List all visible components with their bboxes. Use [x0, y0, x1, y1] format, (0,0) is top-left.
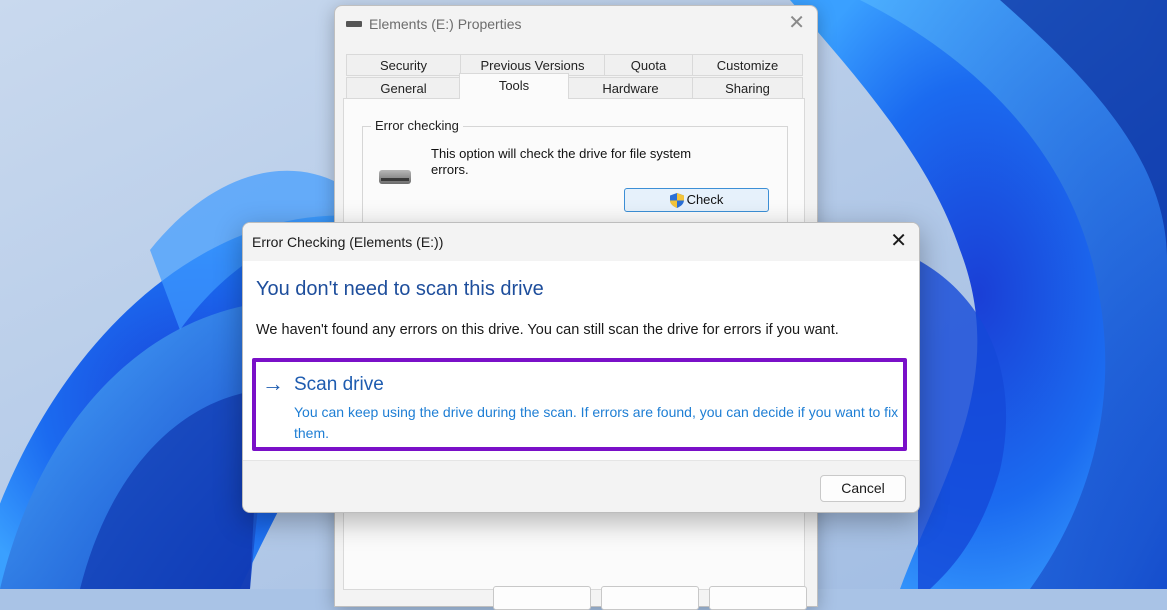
dialog-titlebar: Error Checking (Elements (E:)) ✕	[243, 223, 919, 261]
scan-drive-title: Scan drive	[294, 374, 384, 395]
close-icon[interactable]: ✕	[890, 230, 907, 252]
properties-title: Elements (E:) Properties	[369, 16, 522, 32]
error-checking-description: This option will check the drive for fil…	[431, 146, 692, 177]
hard-drive-icon	[379, 170, 411, 184]
dialog-title: Error Checking (Elements (E:))	[252, 234, 444, 250]
cancel-properties-button[interactable]	[601, 586, 699, 610]
dialog-heading: You don't need to scan this drive	[256, 278, 544, 300]
apply-button[interactable]	[709, 586, 807, 610]
properties-titlebar: Elements (E:) Properties ✕	[335, 6, 817, 44]
close-icon[interactable]: ✕	[788, 12, 805, 34]
tab-hardware[interactable]: Hardware	[568, 77, 693, 99]
tab-sharing[interactable]: Sharing	[692, 77, 803, 99]
tab-tools[interactable]: Tools	[459, 73, 569, 99]
tab-quota[interactable]: Quota	[604, 54, 693, 76]
tab-general[interactable]: General	[346, 77, 461, 99]
arrow-right-icon: →	[262, 371, 284, 396]
error-checking-dialog: Error Checking (Elements (E:)) ✕ You don…	[242, 222, 920, 513]
ok-button[interactable]	[493, 586, 591, 610]
check-button[interactable]: Check	[624, 188, 769, 212]
uac-shield-icon	[669, 193, 684, 209]
scan-drive-option[interactable]: → Scan drive You can keep using the driv…	[252, 358, 907, 451]
check-button-label: Check	[686, 192, 724, 207]
error-checking-label: Error checking	[371, 118, 463, 133]
tab-security[interactable]: Security	[346, 54, 461, 76]
dialog-footer: Cancel	[243, 460, 919, 512]
dialog-message: We haven't found any errors on this driv…	[256, 322, 839, 338]
scan-drive-description: You can keep using the drive during the …	[294, 404, 899, 441]
tab-customize[interactable]: Customize	[692, 54, 803, 76]
cancel-button[interactable]: Cancel	[820, 475, 906, 502]
drive-icon	[346, 21, 362, 27]
